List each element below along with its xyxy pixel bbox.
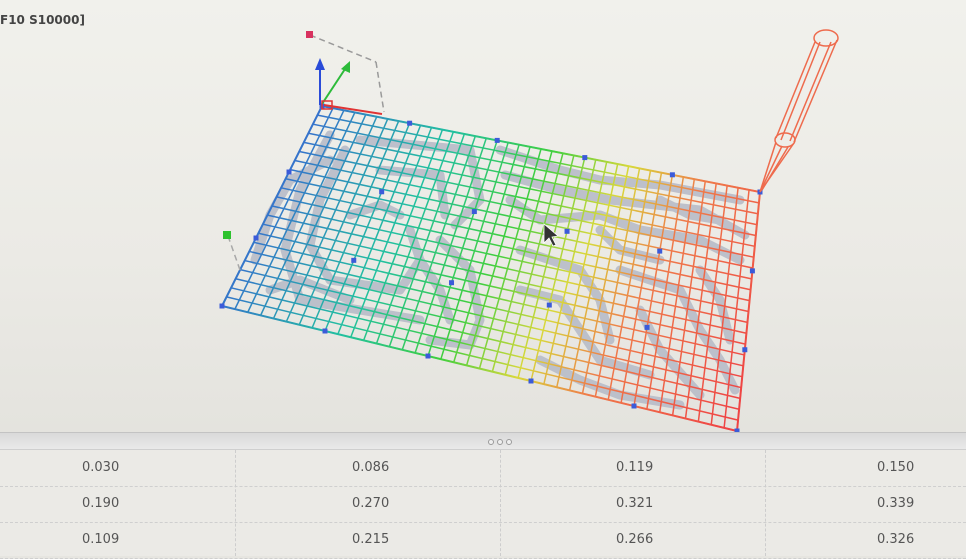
column-divider <box>500 450 501 556</box>
probe-point <box>528 378 534 384</box>
probe-point <box>644 324 650 330</box>
probe-point <box>494 137 500 143</box>
column-divider <box>235 450 236 556</box>
probe-point <box>749 268 755 274</box>
cnc-tool-bit-icon <box>759 29 839 193</box>
table-cell[interactable]: 0.270 <box>352 486 389 522</box>
xyz-axis-gizmo-icon <box>315 58 383 115</box>
panel-splitter[interactable] <box>0 432 966 450</box>
drag-handle-icon[interactable] <box>486 437 514 446</box>
probe-point <box>425 353 431 359</box>
probe-point <box>546 302 552 308</box>
3d-viewport[interactable]: F10 S10000] <box>0 0 966 432</box>
probe-point <box>582 155 588 161</box>
probe-point <box>379 189 385 195</box>
table-cell[interactable]: 0.326 <box>877 522 914 558</box>
table-cell[interactable]: 0.321 <box>616 486 653 522</box>
probe-point <box>253 235 259 241</box>
probe-point <box>322 328 328 334</box>
table-cell[interactable]: 0.150 <box>877 450 914 486</box>
bounds-markers <box>223 31 385 271</box>
heightmap-scene[interactable] <box>0 0 966 432</box>
heightmap-grid <box>220 104 762 432</box>
column-divider <box>765 450 766 556</box>
table-cell[interactable]: 0.119 <box>616 450 653 486</box>
grid-line <box>285 177 752 280</box>
table-row: 0.109 0.215 0.266 0.326 <box>0 522 966 559</box>
probe-point <box>657 248 663 254</box>
probe-point <box>631 403 637 409</box>
probe-point <box>449 280 455 286</box>
probe-point <box>407 120 413 126</box>
probe-point <box>742 347 748 353</box>
table-cell[interactable]: 0.339 <box>877 486 914 522</box>
table-cell[interactable]: 0.109 <box>82 522 119 558</box>
table-cell[interactable]: 0.266 <box>616 522 653 558</box>
probe-point <box>669 172 675 178</box>
probe-point <box>471 209 477 215</box>
probe-point <box>219 303 225 309</box>
table-cell[interactable]: 0.190 <box>82 486 119 522</box>
probe-point <box>351 257 357 263</box>
table-cell[interactable]: 0.030 <box>82 450 119 486</box>
probe-point <box>286 169 292 175</box>
table-cell[interactable]: 0.215 <box>352 522 389 558</box>
grid-outline <box>220 104 762 432</box>
height-map-table[interactable]: 0.030 0.086 0.119 0.150 0.190 0.270 0.32… <box>0 450 966 559</box>
table-row: 0.190 0.270 0.321 0.339 <box>0 486 966 523</box>
table-row: 0.030 0.086 0.119 0.150 <box>0 450 966 487</box>
table-cell[interactable]: 0.086 <box>352 450 389 486</box>
probe-point <box>564 228 570 234</box>
